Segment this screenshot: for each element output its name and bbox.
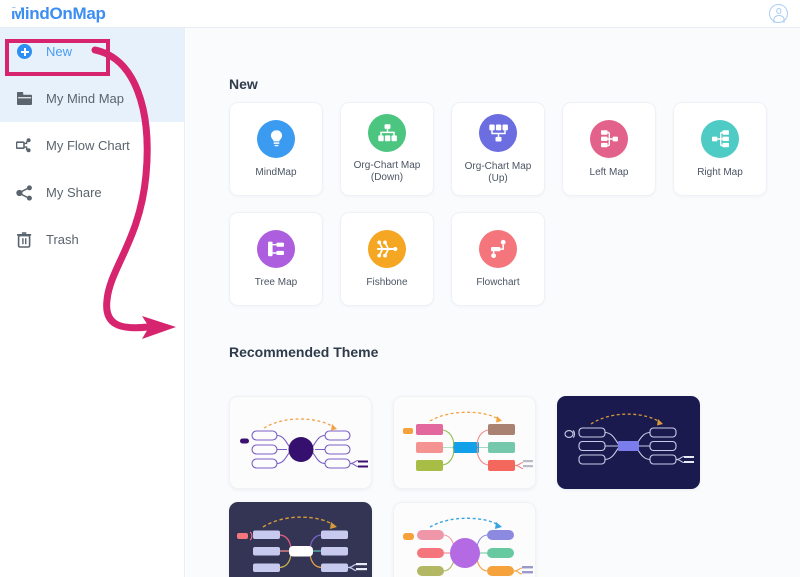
main-content: New Recommended Theme MindMap Org-Chart … [186,28,800,577]
sidebar-item-trash[interactable]: Trash [0,216,184,263]
new-card-flowchart[interactable]: Flowchart [451,212,545,306]
new-card-label: Tree Map [254,276,298,288]
new-card-fishbone[interactable]: Fishbone [340,212,434,306]
flowchart-icon [479,229,517,268]
logo-text: MindOnMap [11,5,106,22]
new-card-mindmap[interactable]: MindMap [229,102,323,196]
new-card-label: Left Map [589,166,629,178]
new-card-org-chart-map-down[interactable]: Org-Chart Map (Down) [340,102,434,196]
theme-card-purple-light[interactable] [229,396,372,489]
app-window: MindOnMap New My Mind Map My Flow Chart … [0,0,800,577]
theme-card-navy-dark[interactable] [557,396,700,489]
theme-row-1 [229,396,700,489]
theme-grid [229,396,700,577]
flow-chart-icon [16,137,33,154]
theme-row-2 [229,502,700,577]
right-map-icon [701,119,739,158]
theme-section-title: Recommended Theme [229,344,379,360]
new-card-right-map[interactable]: Right Map [673,102,767,196]
new-card-left-map[interactable]: Left Map [562,102,656,196]
logo-rest-text: indOnMap [24,4,106,23]
new-card-grid: MindMap Org-Chart Map (Down) Org-Chart M… [229,102,789,322]
org-chart-up-icon [479,113,517,152]
left-map-icon [590,119,628,158]
user-avatar-icon[interactable] [769,4,788,23]
plus-circle-icon [16,43,33,60]
sidebar: New My Mind Map My Flow Chart My Share T [0,28,185,577]
sidebar-item-label-my-flow-chart: My Flow Chart [46,138,130,153]
new-card-label: Flowchart [476,276,520,288]
org-chart-down-icon [368,114,406,152]
sidebar-item-label-trash: Trash [46,232,79,247]
sidebar-item-label-my-share: My Share [46,185,102,200]
theme-card-slate-dark[interactable] [229,502,372,577]
app-logo[interactable]: MindOnMap [11,3,106,25]
fishbone-icon [368,229,406,268]
sidebar-item-my-flow-chart[interactable]: My Flow Chart [0,122,184,169]
new-card-label: Org-Chart Map (Down) [353,160,421,183]
sidebar-item-new[interactable]: New [0,28,184,75]
trash-icon [16,231,33,248]
sidebar-item-my-share[interactable]: My Share [0,169,184,216]
app-header: MindOnMap [0,0,800,28]
theme-card-colorful-light[interactable] [393,396,536,489]
folder-icon [16,90,33,107]
sidebar-item-label-my-mind-map: My Mind Map [46,91,125,106]
new-card-row-1: MindMap Org-Chart Map (Down) Org-Chart M… [229,102,789,196]
theme-card-violet-light[interactable] [393,502,536,577]
lightbulb-icon [257,119,295,158]
new-card-label: MindMap [255,166,297,178]
new-card-label: Fishbone [366,276,408,288]
logo-m-glyph: M [11,4,25,23]
tree-map-icon [257,229,295,268]
new-card-row-2: Tree Map Fishbone Flowchart [229,212,789,306]
sidebar-item-my-mind-map[interactable]: My Mind Map [0,75,184,122]
new-card-label: Org-Chart Map (Up) [464,160,532,184]
new-section-title: New [229,76,258,92]
share-nodes-icon [16,184,33,201]
new-card-tree-map[interactable]: Tree Map [229,212,323,306]
new-card-org-chart-map-up[interactable]: Org-Chart Map (Up) [451,102,545,196]
new-card-label: Right Map [697,166,743,178]
sidebar-item-label-new: New [46,44,73,59]
